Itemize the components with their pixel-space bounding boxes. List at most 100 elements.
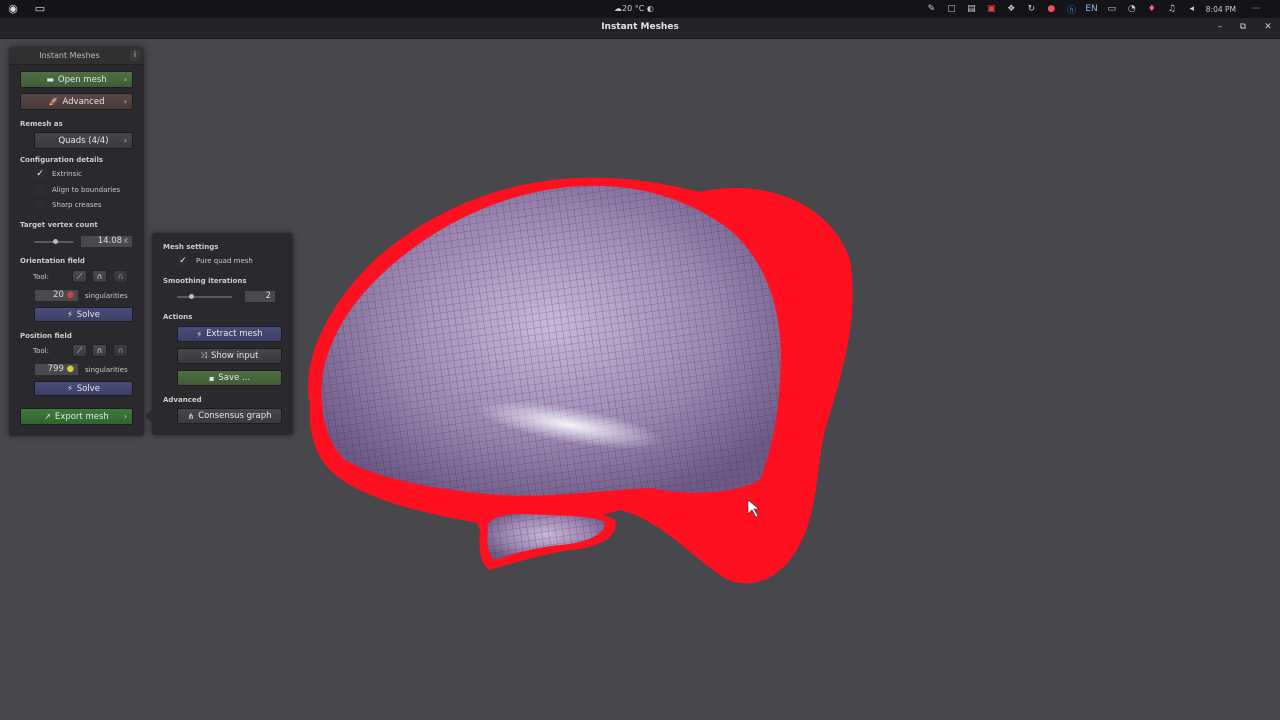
popup-arrow xyxy=(145,409,152,423)
position-repeller-tool[interactable]: ∩ xyxy=(113,344,128,357)
align-to-boundaries-label: Align to boundaries xyxy=(52,186,121,194)
sharp-creases-label: Sharp creases xyxy=(52,201,102,209)
pure-quad-mesh-label: Pure quad mesh xyxy=(196,257,253,265)
dropbox-icon[interactable]: ❖ xyxy=(1005,4,1017,14)
position-tool-label: Tool: xyxy=(33,347,49,355)
advanced-label: Advanced xyxy=(62,96,105,107)
save-label: Save ... xyxy=(218,373,251,383)
close-icon[interactable]: ✕ xyxy=(1262,22,1274,32)
position-singularities-value: 799 xyxy=(47,364,64,374)
volume-icon[interactable]: ◂ xyxy=(1186,4,1198,14)
vertex-count-field[interactable]: 14.08 K xyxy=(80,235,133,248)
weather-widget[interactable]: ☁20 °C ◐ xyxy=(614,2,654,16)
brush-icon: ⟋ xyxy=(76,272,83,281)
pen-icon[interactable]: ✎ xyxy=(925,4,937,14)
singularity-color-icon: ● xyxy=(66,364,74,374)
display-icon[interactable]: ▭ xyxy=(1106,4,1118,14)
smoothing-slider-knob[interactable] xyxy=(189,294,194,299)
chevron-right-icon: › xyxy=(123,75,127,84)
vertex-count-value: 14.08 xyxy=(97,236,123,246)
orientation-repeller-tool[interactable]: ∩ xyxy=(113,270,128,283)
extract-mesh-label: Extract mesh xyxy=(206,329,263,339)
remesh-as-dropdown[interactable]: Quads (4/4) › xyxy=(34,132,133,149)
export-settings-popup: Mesh settings ✓ Pure quad mesh Smoothing… xyxy=(145,233,293,435)
orientation-solve-button[interactable]: ⚡ Solve xyxy=(34,307,133,322)
restore-icon[interactable]: ⧉ xyxy=(1237,22,1249,32)
orientation-solve-label: Solve xyxy=(76,309,100,320)
language-indicator[interactable]: EN xyxy=(1085,4,1097,14)
smoothing-field[interactable]: 2 xyxy=(244,290,276,303)
system-taskbar: ◉ ▭ ☁20 °C ◐ ✎ ▢ ▤ ▣ ❖ ↻ ● ⓗ EN ▭ ◔ ♦ ♫ … xyxy=(0,0,1280,18)
window-title: Instant Meshes xyxy=(601,22,679,32)
orientation-brush-tool[interactable]: ⟋ xyxy=(72,270,87,283)
open-mesh-button[interactable]: ▬ Open mesh › xyxy=(20,71,133,88)
position-solve-button[interactable]: ⚡ Solve xyxy=(34,381,133,396)
configuration-details-label: Configuration details xyxy=(20,156,104,164)
rocket-icon: 🚀 xyxy=(48,97,59,106)
extract-mesh-button[interactable]: ⚡ Extract mesh xyxy=(177,326,282,342)
info-button[interactable]: i xyxy=(130,50,140,61)
save-button[interactable]: ▪ Save ... xyxy=(177,370,282,386)
location-icon[interactable]: ♦ xyxy=(1146,4,1158,14)
chevron-right-icon: › xyxy=(123,97,127,106)
start-menu-icon[interactable]: ◉ xyxy=(6,2,20,16)
advanced-button[interactable]: 🚀 Advanced › xyxy=(20,93,133,110)
folder-icon: ▬ xyxy=(46,75,54,84)
actions-label: Actions xyxy=(163,313,193,321)
check-icon: ✓ xyxy=(179,256,187,266)
lightning-icon: ⚡ xyxy=(67,310,73,319)
magnet-icon: ∩ xyxy=(96,272,103,281)
orientation-attractor-tool[interactable]: ∩ xyxy=(92,270,107,283)
show-input-button[interactable]: ⤨ Show input xyxy=(177,348,282,364)
refresh-icon[interactable]: ↻ xyxy=(1025,4,1037,14)
shuffle-icon: ⤨ xyxy=(200,351,207,360)
target-vertex-count-label: Target vertex count xyxy=(20,221,98,229)
advanced-section-label: Advanced xyxy=(163,396,202,404)
orientation-singularities-value: 20 xyxy=(53,290,64,300)
consensus-graph-button[interactable]: ⋔ Consensus graph xyxy=(177,408,282,424)
browser-icon[interactable]: ● xyxy=(1045,4,1057,14)
position-singularities-label: singularities xyxy=(85,366,128,374)
instant-meshes-panel: Instant Meshes i ▬ Open mesh › 🚀 Advance… xyxy=(9,47,144,436)
clipboard-icon[interactable]: ▢ xyxy=(945,4,957,14)
app-icon[interactable]: ▣ xyxy=(985,4,997,14)
lightning-icon: ⚡ xyxy=(196,329,203,339)
position-brush-tool[interactable]: ⟋ xyxy=(72,344,87,357)
more-icon[interactable]: ⋯ xyxy=(1250,4,1262,14)
graph-icon: ⋔ xyxy=(187,411,195,421)
position-field-label: Position field xyxy=(20,332,72,340)
export-mesh-label: Export mesh xyxy=(54,411,109,422)
export-icon: ↗ xyxy=(44,412,51,421)
clock[interactable]: 8:04 PM xyxy=(1206,5,1236,14)
sharp-creases-checkbox[interactable] xyxy=(35,200,45,210)
orientation-singularities-label: singularities xyxy=(85,292,128,300)
consensus-graph-label: Consensus graph xyxy=(198,411,272,421)
orientation-tool-label: Tool: xyxy=(33,273,49,281)
weather-temp: 20 °C xyxy=(622,4,645,13)
system-tray: ✎ ▢ ▤ ▣ ❖ ↻ ● ⓗ EN ▭ ◔ ♦ ♫ ◂ 8:04 PM ⋯ xyxy=(925,2,1262,16)
smoothing-iterations-label: Smoothing iterations xyxy=(163,277,247,285)
brush-icon: ⟋ xyxy=(76,346,83,355)
magnet-icon: ∩ xyxy=(96,346,103,355)
mesh-settings-label: Mesh settings xyxy=(163,243,219,251)
open-mesh-label: Open mesh xyxy=(57,74,107,85)
hp-icon[interactable]: ⓗ xyxy=(1065,3,1077,16)
music-icon[interactable]: ♫ xyxy=(1166,4,1178,14)
pure-quad-mesh-checkbox[interactable]: ✓ xyxy=(178,256,188,266)
chat-icon[interactable]: ▤ xyxy=(965,4,977,14)
smoothing-slider[interactable] xyxy=(177,296,232,298)
export-mesh-button[interactable]: ↗ Export mesh › xyxy=(20,408,133,425)
show-input-label: Show input xyxy=(210,351,259,361)
vertex-count-slider-knob[interactable] xyxy=(53,239,58,244)
magnet-icon: ∩ xyxy=(117,346,124,355)
chevron-right-icon: › xyxy=(123,412,127,421)
check-icon: ✓ xyxy=(36,169,44,179)
extrinsic-checkbox[interactable]: ✓ xyxy=(35,169,45,179)
orientation-singularities-field: 20 ● xyxy=(34,289,79,302)
folder-icon[interactable]: ▭ xyxy=(33,2,47,16)
position-attractor-tool[interactable]: ∩ xyxy=(92,344,107,357)
align-to-boundaries-checkbox[interactable] xyxy=(35,185,45,195)
network-icon[interactable]: ◔ xyxy=(1126,4,1138,14)
panel-title: Instant Meshes xyxy=(39,51,100,60)
minimize-icon[interactable]: – xyxy=(1214,22,1226,32)
